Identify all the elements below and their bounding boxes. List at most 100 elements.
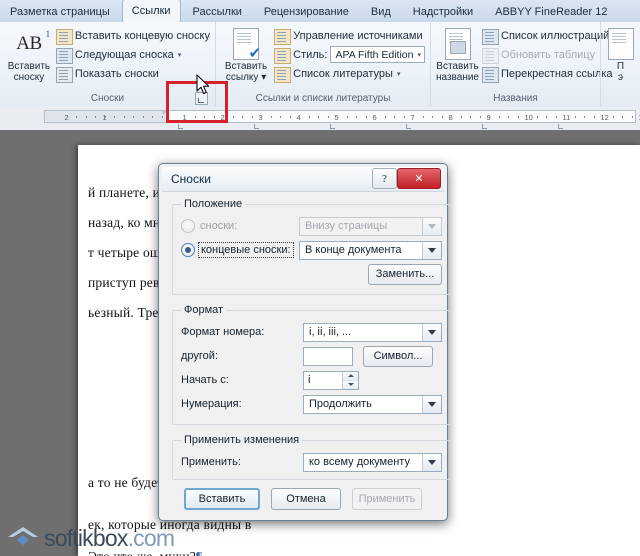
captions-command-1-label: Обновить таблицу <box>501 48 596 61</box>
custom-mark-row: другой: Символ... <box>181 345 442 367</box>
footnotes-radio[interactable] <box>181 219 195 233</box>
ruler-tab-stop-0[interactable] <box>178 124 183 129</box>
citation-style-combo[interactable]: APA Fifth Edition ▾ <box>330 46 425 63</box>
ruler-tab-stop-4[interactable] <box>482 124 487 129</box>
tab-3[interactable]: Рецензирование <box>254 1 359 22</box>
chevron-down-icon[interactable]: ▾ <box>417 51 421 59</box>
spinner-buttons[interactable] <box>342 371 358 389</box>
apply-changes-legend: Применить изменения <box>184 434 300 446</box>
footnote-and-endnote-dialog[interactable]: Сноски ? ✕ Положение сноски: Внизу стран… <box>158 163 451 521</box>
footnotes-position-row: сноски: Внизу страницы <box>181 215 442 237</box>
ruler-tick <box>432 116 433 118</box>
ruler-tick <box>470 116 471 118</box>
ruler-tick <box>289 116 291 118</box>
ruler-label-12: 12 <box>600 113 609 122</box>
insert-endnote-icon <box>55 28 73 45</box>
ruler-label-5: 5 <box>334 113 339 122</box>
ruler-tick <box>593 116 595 118</box>
ruler-tick <box>356 116 357 118</box>
chevron-down-icon[interactable] <box>422 241 441 259</box>
apply-to-select[interactable]: ко всему документу <box>303 452 442 472</box>
insert-button[interactable]: Вставить <box>184 488 260 510</box>
number-format-value: i, ii, iii, ... <box>309 326 352 338</box>
ruler-tick <box>232 116 234 118</box>
cancel-button[interactable]: Отмена <box>271 488 341 510</box>
captions-main-button[interactable]: Вставить название <box>436 25 479 83</box>
ruler-tick <box>365 116 367 118</box>
watermark: softikbox.com <box>6 524 175 552</box>
tab-2[interactable]: Рассылки <box>183 1 252 22</box>
chevron-down-icon[interactable]: ▾ <box>178 51 182 59</box>
index-main-button[interactable]: Пэ <box>606 25 635 83</box>
help-button[interactable]: ? <box>372 168 397 189</box>
ruler-tick <box>152 116 153 118</box>
ribbon-group-label-captions: Названия <box>493 93 538 104</box>
ruler-tab-stop-3[interactable] <box>406 124 411 129</box>
tab-5[interactable]: Надстройки <box>403 1 483 22</box>
ruler-tab-stop-5[interactable] <box>558 124 563 129</box>
endnotes-radio-label: концевые сноски: <box>198 242 294 258</box>
chevron-down-icon[interactable] <box>422 323 441 341</box>
ruler-tick <box>631 116 633 118</box>
ruler-tick <box>105 116 106 118</box>
tab-6[interactable]: ABBYY FineReader 12 <box>485 1 617 22</box>
ruler-label-10: 10 <box>524 113 533 122</box>
ribbon-group-label-index <box>606 91 635 106</box>
spinner-down-icon[interactable] <box>343 380 358 389</box>
custom-mark-label: другой: <box>181 350 219 362</box>
ruler-tab-stop-2[interactable] <box>330 124 335 129</box>
ruler-tick <box>86 116 87 118</box>
chevron-down-icon[interactable] <box>422 395 441 413</box>
apply-to-value: ко всему документу <box>309 456 410 468</box>
footnotes-command-0[interactable]: Вставить концевую сноску <box>55 26 210 45</box>
convert-button[interactable]: Заменить... <box>368 263 442 285</box>
numbering-select[interactable]: Продолжить <box>303 394 442 414</box>
paragraph-mark: ¶ <box>196 549 202 556</box>
chevron-down-icon[interactable] <box>422 453 441 471</box>
citations-commands: Управление источниками Стиль: APA Fifth Ed… <box>273 25 425 83</box>
captions-command-0[interactable]: Список иллюстраций <box>481 26 613 45</box>
ruler-tick <box>394 116 395 118</box>
ruler-tab-stop-1[interactable] <box>254 124 259 129</box>
dialog-title-bar[interactable]: Сноски ? ✕ <box>162 167 444 192</box>
start-at-row: Начать с: i <box>181 369 442 391</box>
citations-command-2[interactable]: Список литературы ▾ <box>273 64 425 83</box>
captions-command-2[interactable]: Перекрестная ссылка <box>481 64 613 83</box>
apply-to-label: Применить: <box>181 456 241 468</box>
footnotes-commands: Вставить концевую сноску Следующая сноска… <box>55 25 210 83</box>
symbol-button[interactable]: Символ... <box>363 345 433 367</box>
number-format-select[interactable]: i, ii, iii, ... <box>303 322 442 342</box>
citations-command-0[interactable]: Управление источниками <box>273 26 425 45</box>
table-of-figures-icon <box>481 28 499 45</box>
number-format-row: Формат номера: i, ii, iii, ... <box>181 321 442 343</box>
tab-4[interactable]: Вид <box>361 1 401 22</box>
custom-mark-input[interactable] <box>303 346 353 366</box>
footnotes-main-button[interactable]: AB 1 Вставить сноску <box>5 25 53 83</box>
chevron-down-icon[interactable]: ▾ <box>397 70 401 78</box>
cross-reference-icon <box>481 66 499 83</box>
spinner-up-icon[interactable] <box>343 371 358 381</box>
apply-to-row: Применить: ко всему документу <box>181 451 442 473</box>
convert-row: Заменить... <box>181 263 442 285</box>
dialog-title: Сноски <box>171 172 211 186</box>
citations-command-1[interactable]: Стиль: APA Fifth Edition ▾ <box>273 45 425 64</box>
start-at-stepper[interactable]: i <box>303 370 359 390</box>
endnotes-position-select[interactable]: В конце документа <box>299 240 442 260</box>
tab-1[interactable]: Ссылки <box>121 0 181 22</box>
ruler-label-11: 11 <box>562 113 571 122</box>
ruler-tick <box>318 116 319 118</box>
ruler-tick <box>441 116 443 118</box>
watermark-text-dark: softikbox <box>44 524 128 551</box>
ruler-label-8: 8 <box>448 113 453 122</box>
ruler-label-9: 9 <box>486 113 491 122</box>
close-icon[interactable]: ✕ <box>397 168 441 189</box>
endnotes-radio[interactable] <box>181 243 195 257</box>
horizontal-ruler[interactable]: 2112345678910111213 <box>44 110 640 123</box>
footnotes-command-1[interactable]: Следующая сноска ▾ <box>55 45 210 64</box>
ruler-tick <box>498 116 500 118</box>
citations-main-button[interactable]: ✔ Вставить ссылку ▾ <box>221 25 271 83</box>
captions-main-button-label2: название <box>436 72 479 83</box>
ruler-tick <box>460 116 462 118</box>
dialog-button-row: Вставить Отмена Применить <box>172 488 434 510</box>
tab-0[interactable]: Разметка страницы <box>0 1 120 22</box>
